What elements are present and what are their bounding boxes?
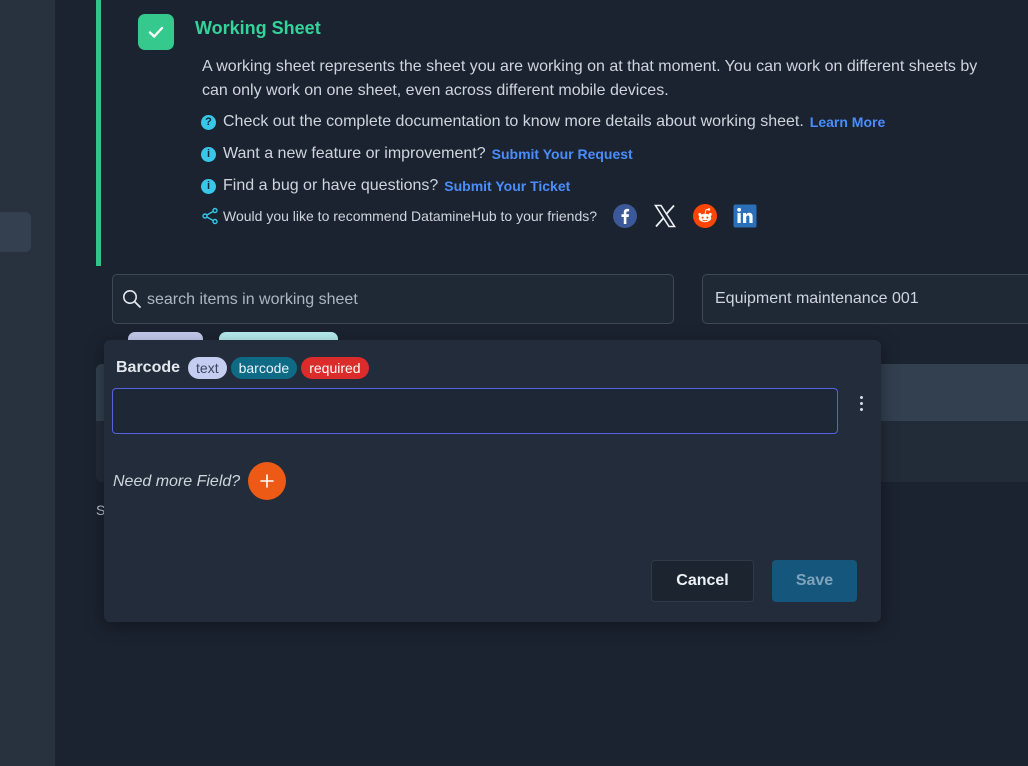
type-badge: text xyxy=(188,357,227,379)
info-description-line-1: A working sheet represents the sheet you… xyxy=(202,58,978,75)
search-input[interactable] xyxy=(145,275,669,325)
save-button[interactable]: Save xyxy=(772,560,857,602)
required-badge: required xyxy=(301,357,369,379)
add-field-dialog: Barcode text barcode required Need more … xyxy=(104,340,881,622)
need-more-field-label: Need more Field? xyxy=(113,473,241,490)
sheet-select-value: Equipment maintenance 001 xyxy=(715,290,919,307)
feature-line: i Want a new feature or improvement? Sub… xyxy=(201,145,633,163)
more-options-icon[interactable] xyxy=(857,396,865,416)
field-header: Barcode text barcode required xyxy=(116,357,369,379)
search-box xyxy=(112,274,674,325)
facebook-icon[interactable] xyxy=(613,204,638,228)
share-text: Would you like to recommend DatamineHub … xyxy=(223,208,598,224)
info-icon: i xyxy=(201,178,216,194)
info-title: Working Sheet xyxy=(195,18,321,38)
add-field-button[interactable] xyxy=(248,462,286,500)
field-label: Barcode xyxy=(116,359,181,376)
bug-text: Find a bug or have questions? xyxy=(223,177,439,194)
check-icon xyxy=(138,14,174,50)
barcode-input[interactable] xyxy=(112,388,838,434)
linkedin-icon[interactable] xyxy=(733,204,757,228)
cancel-button[interactable]: Cancel xyxy=(651,560,754,602)
sidebar-item-active[interactable] xyxy=(0,212,31,252)
plus-icon xyxy=(260,474,274,488)
sheet-select[interactable]: Equipment maintenance 001 xyxy=(702,274,1028,324)
x-icon[interactable] xyxy=(653,204,677,228)
info-description: A working sheet represents the sheet you… xyxy=(202,55,1028,103)
question-icon: ? xyxy=(201,114,216,130)
working-sheet-info-panel: Working Sheet A working sheet represents… xyxy=(96,0,1028,266)
info-icon: i xyxy=(201,146,216,162)
docs-text: Check out the complete documentation to … xyxy=(223,113,804,130)
reddit-icon[interactable] xyxy=(693,204,718,228)
sidebar xyxy=(0,0,55,766)
share-line: Would you like to recommend DatamineHub … xyxy=(201,204,757,228)
barcode-badge: barcode xyxy=(230,357,298,379)
bug-line: i Find a bug or have questions? Submit Y… xyxy=(201,177,570,195)
submit-request-link[interactable]: Submit Your Request xyxy=(492,146,633,162)
info-description-line-2: can only work on one sheet, even across … xyxy=(202,82,669,99)
learn-more-link[interactable]: Learn More xyxy=(810,114,885,130)
share-icon xyxy=(202,207,218,225)
search-icon xyxy=(123,290,141,308)
submit-ticket-link[interactable]: Submit Your Ticket xyxy=(444,178,570,194)
feature-text: Want a new feature or improvement? xyxy=(223,145,486,162)
docs-line: ? Check out the complete documentation t… xyxy=(201,113,885,131)
